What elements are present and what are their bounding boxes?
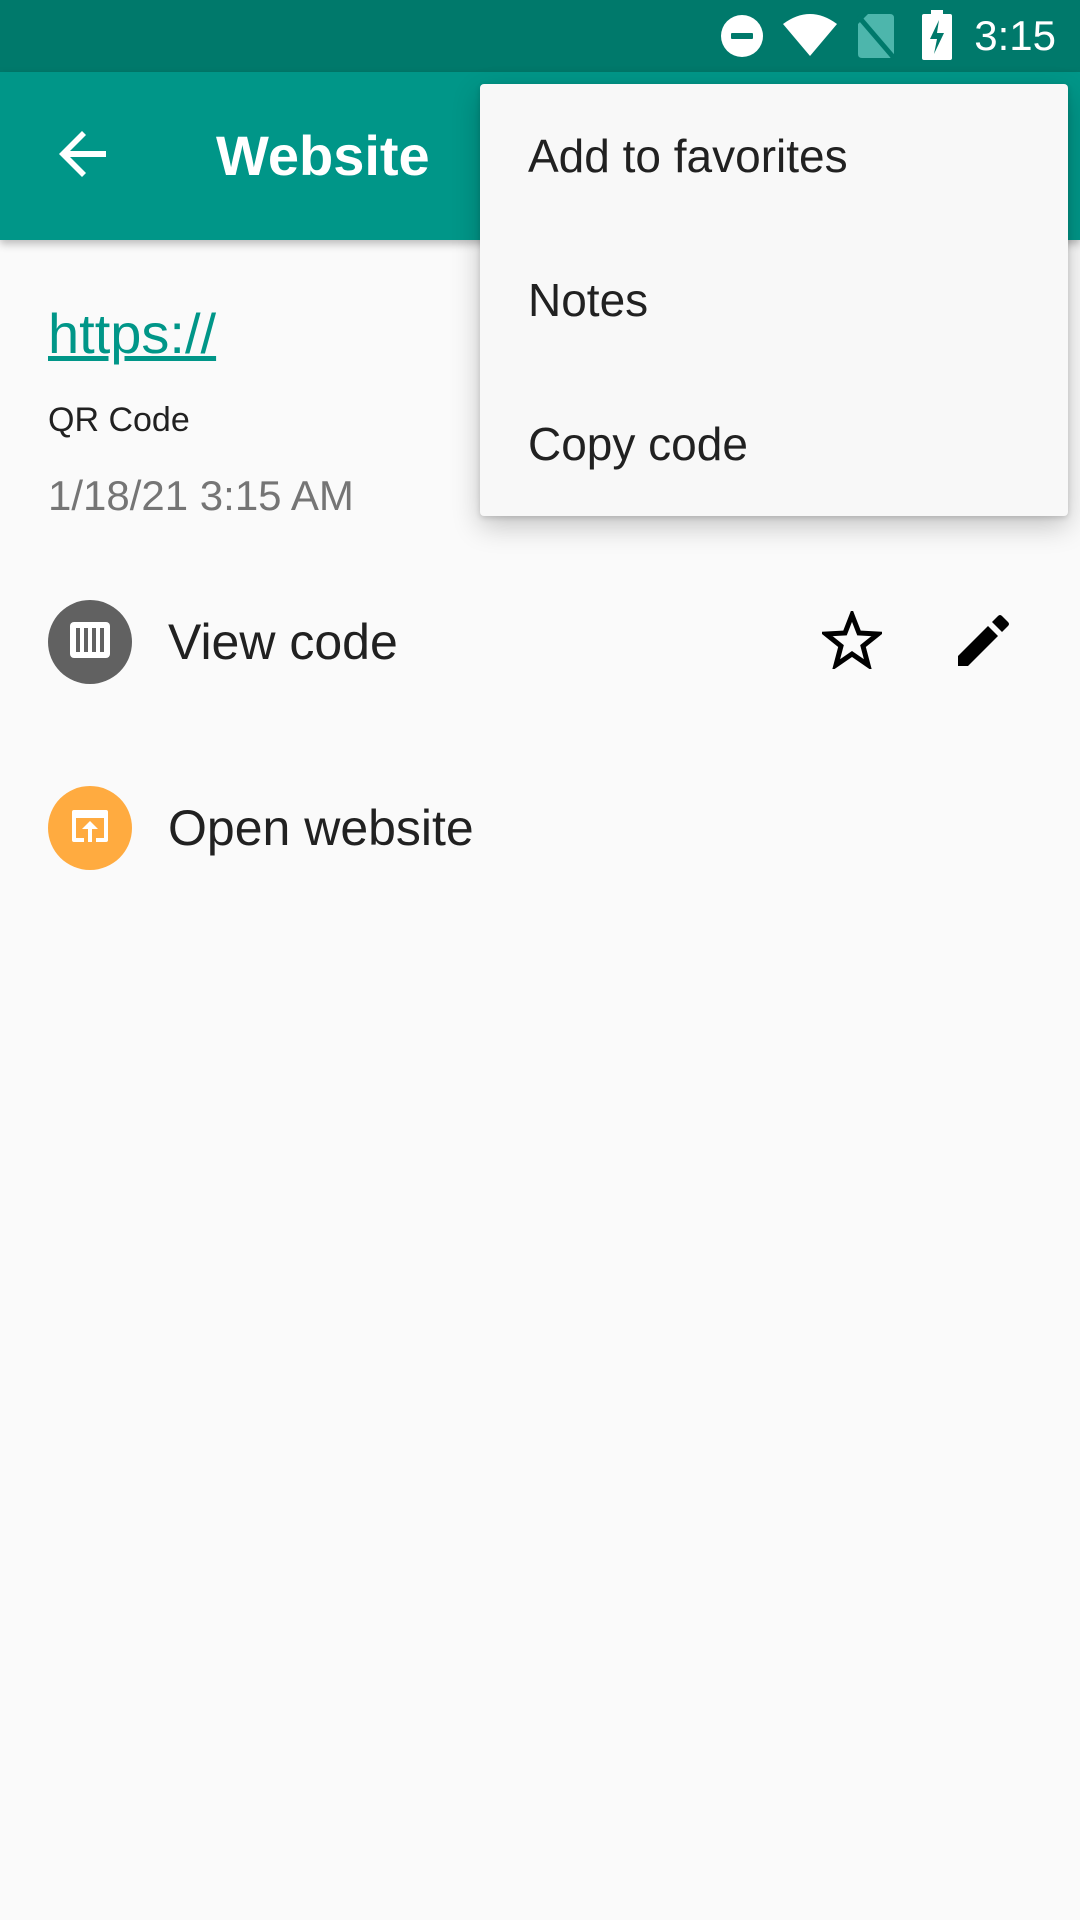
view-code-label: View code (168, 614, 398, 670)
barcode-date-label: 1/18/21 3:15 AM (48, 472, 354, 519)
menu-item-label: Copy code (528, 418, 748, 470)
status-time: 3:15 (974, 12, 1056, 59)
edit-pencil-icon (954, 610, 1014, 675)
status-bar: 3:15 (0, 0, 1080, 72)
open-website-label: Open website (168, 800, 474, 856)
menu-item-add-to-favorites[interactable]: Add to favorites (480, 84, 1068, 228)
arrow-back-icon (56, 126, 112, 187)
star-outline-icon (819, 607, 885, 674)
barcode-format-label: QR Code (48, 401, 190, 439)
barcode-icon (68, 618, 112, 667)
battery-charging-icon (922, 10, 952, 65)
menu-item-copy-code[interactable]: Copy code (480, 372, 1068, 516)
do-not-disturb-icon (720, 14, 764, 63)
menu-item-notes[interactable]: Notes (480, 228, 1068, 372)
menu-item-label: Add to favorites (528, 130, 848, 182)
view-code-row[interactable]: View code (0, 582, 1080, 702)
view-code-icon-circle (48, 600, 132, 684)
favorite-button[interactable] (804, 594, 900, 690)
wifi-icon (782, 12, 838, 63)
barcode-text-link[interactable]: https:// (48, 298, 216, 370)
page-title: Website (216, 124, 430, 187)
no-sim-icon (856, 12, 896, 65)
back-button[interactable] (36, 108, 132, 204)
screen: 3:15 Website https:// QR Code 1/18/21 3:… (0, 0, 1080, 1920)
open-website-row[interactable]: Open website (0, 768, 1080, 888)
menu-item-label: Notes (528, 274, 649, 326)
open-website-icon-circle (48, 786, 132, 870)
edit-button[interactable] (936, 594, 1032, 690)
open-in-browser-icon (68, 804, 112, 853)
overflow-menu: Add to favorites Notes Copy code (480, 84, 1068, 516)
